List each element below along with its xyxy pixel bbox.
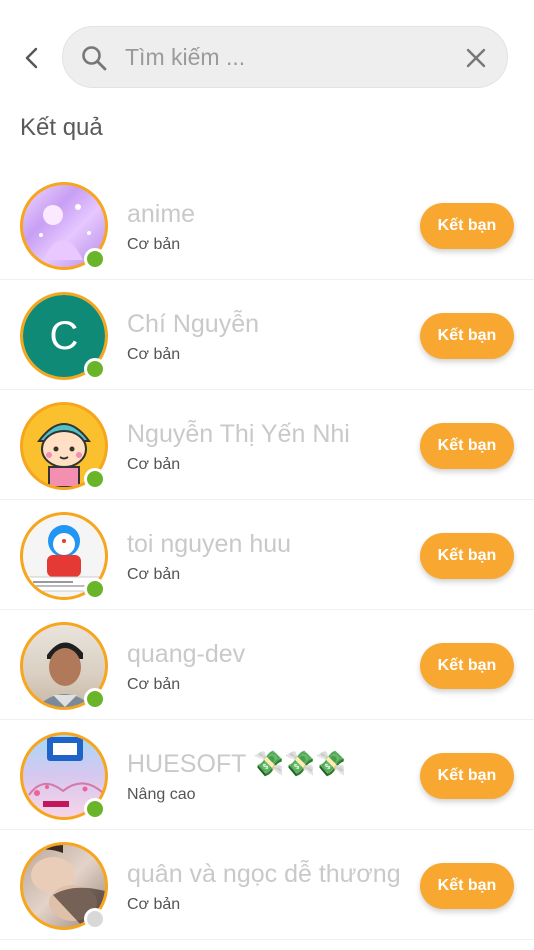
user-name: quang-dev xyxy=(127,640,246,668)
top-bar: Tìm kiếm ... xyxy=(0,0,534,110)
user-name: toi nguyen huu xyxy=(127,530,292,558)
online-status-dot xyxy=(84,798,106,820)
avatar[interactable] xyxy=(20,402,108,490)
list-item[interactable]: toi nguyen huu Cơ bản Kết bạn xyxy=(0,500,534,610)
add-friend-button[interactable]: Kết bạn xyxy=(420,753,514,799)
clear-icon xyxy=(466,48,486,68)
avatar[interactable] xyxy=(20,842,108,930)
avatar[interactable] xyxy=(20,622,108,710)
user-name: Nguyễn Thị Yến Nhi xyxy=(127,420,350,448)
clear-button[interactable] xyxy=(461,43,491,73)
online-status-dot xyxy=(84,248,106,270)
list-item[interactable]: anime Cơ bản Kết bạn xyxy=(0,170,534,280)
online-status-dot xyxy=(84,468,106,490)
user-name: Chí Nguyễn xyxy=(127,310,260,338)
online-status-dot xyxy=(84,688,106,710)
user-level: Cơ bản xyxy=(127,236,181,253)
search-placeholder: Tìm kiếm ... xyxy=(125,44,246,70)
back-icon xyxy=(25,47,38,69)
avatar[interactable] xyxy=(20,732,108,820)
user-name: HUESOFT 💸💸💸 xyxy=(127,750,347,778)
list-item[interactable]: Nguyễn Thị Yến Nhi Cơ bản Kết bạn xyxy=(0,390,534,500)
add-friend-button[interactable]: Kết bạn xyxy=(420,533,514,579)
avatar[interactable]: C xyxy=(20,292,108,380)
add-friend-button[interactable]: Kết bạn xyxy=(420,313,514,359)
add-friend-button[interactable]: Kết bạn xyxy=(420,643,514,689)
list-item[interactable]: quân và ngọc dễ thương Cơ bản Kết bạn xyxy=(0,830,534,940)
add-friend-button[interactable]: Kết bạn xyxy=(420,203,514,249)
avatar[interactable] xyxy=(20,182,108,270)
user-level: Cơ bản xyxy=(127,346,181,363)
list-item[interactable]: HUESOFT 💸💸💸 Nâng cao Kết bạn xyxy=(0,720,534,830)
user-name: anime xyxy=(127,200,196,228)
results-list: anime Cơ bản Kết bạn C Chí Nguyễn Cơ bản… xyxy=(0,170,534,940)
offline-status-dot xyxy=(84,908,106,930)
user-level: Cơ bản xyxy=(127,676,181,693)
user-level: Nâng cao xyxy=(127,786,196,803)
online-status-dot xyxy=(84,358,106,380)
add-friend-button[interactable]: Kết bạn xyxy=(420,423,514,469)
list-item[interactable]: quang-dev Cơ bản Kết bạn xyxy=(0,610,534,720)
back-button[interactable] xyxy=(14,40,50,76)
online-status-dot xyxy=(84,578,106,600)
user-name: quân và ngọc dễ thương xyxy=(127,860,401,888)
user-level: Cơ bản xyxy=(127,566,181,583)
avatar[interactable] xyxy=(20,512,108,600)
user-level: Cơ bản xyxy=(127,456,181,473)
section-title: Kết quả xyxy=(20,114,103,141)
user-level: Cơ bản xyxy=(127,896,181,913)
search-icon xyxy=(82,46,107,71)
add-friend-button[interactable]: Kết bạn xyxy=(420,863,514,909)
list-item[interactable]: C Chí Nguyễn Cơ bản Kết bạn xyxy=(0,280,534,390)
search-input[interactable]: Tìm kiếm ... xyxy=(62,26,508,88)
